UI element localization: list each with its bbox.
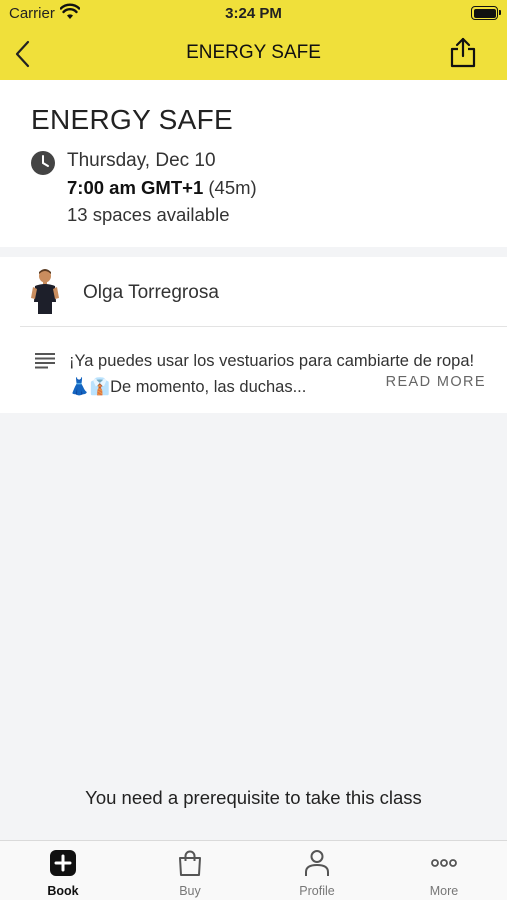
header: Carrier 3:24 PM ENERGY SAFE <box>0 0 507 80</box>
tab-book[interactable]: Book <box>0 841 126 900</box>
tab-buy[interactable]: Buy <box>127 841 253 900</box>
nav-title: ENERGY SAFE <box>186 42 321 63</box>
battery-icon <box>471 6 501 20</box>
spaces-available: 13 spaces available <box>67 204 230 225</box>
class-title: ENERGY SAFE <box>31 104 233 135</box>
tab-label: Buy <box>179 884 201 898</box>
divider <box>20 326 507 327</box>
instructor-row[interactable]: Olga Torregrosa <box>0 257 507 326</box>
instructor-name: Olga Torregrosa <box>83 282 219 303</box>
class-start-time: 7:00 am GMT+1 <box>67 177 204 198</box>
tab-more[interactable]: More <box>381 841 507 900</box>
more-dots-icon <box>431 859 457 867</box>
plus-square-icon <box>50 850 76 876</box>
tab-label: More <box>429 884 459 898</box>
status-bar: Carrier 3:24 PM <box>0 0 507 28</box>
shopping-bag-icon <box>179 850 201 876</box>
nav-bar: ENERGY SAFE <box>0 28 507 80</box>
person-icon <box>305 850 329 876</box>
read-more-link[interactable]: READ MORE <box>386 374 486 390</box>
description-icon <box>35 353 55 369</box>
class-time: 7:00 am GMT+1 (45m) <box>67 177 257 199</box>
tab-profile[interactable]: Profile <box>254 841 380 900</box>
tab-label: Book <box>47 884 79 898</box>
tab-label: Profile <box>299 884 335 898</box>
prerequisite-notice: You need a prerequisite to take this cla… <box>85 787 422 808</box>
details-card: Olga Torregrosa ¡Ya puedes usar los vest… <box>0 257 507 413</box>
tab-bar: Book Buy Profile More <box>0 840 507 900</box>
share-button[interactable] <box>449 36 477 68</box>
class-duration: (45m) <box>208 177 257 198</box>
avatar <box>31 269 59 314</box>
status-time: 3:24 PM <box>225 5 282 22</box>
class-date: Thursday, Dec 10 <box>67 150 216 171</box>
class-info-card: ENERGY SAFE Thursday, Dec 10 7:00 am GMT… <box>0 80 507 247</box>
share-icon <box>450 37 476 68</box>
clock-icon <box>31 151 55 175</box>
